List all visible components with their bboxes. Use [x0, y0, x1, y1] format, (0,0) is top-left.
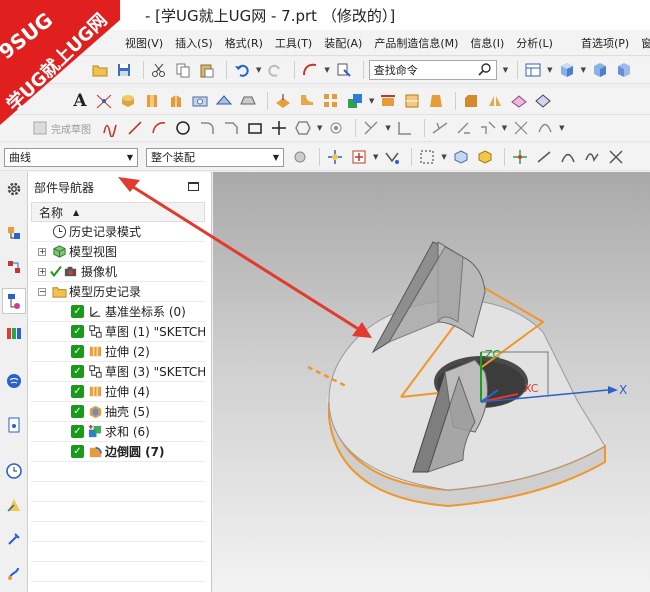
nx-window: - [学UG就上UG网 - 7.prt （修改的）] 视图(V) 插入(S) 格… [0, 0, 650, 592]
site-watermark-logo: 9SUG 学UG就上UG网 [0, 0, 120, 125]
